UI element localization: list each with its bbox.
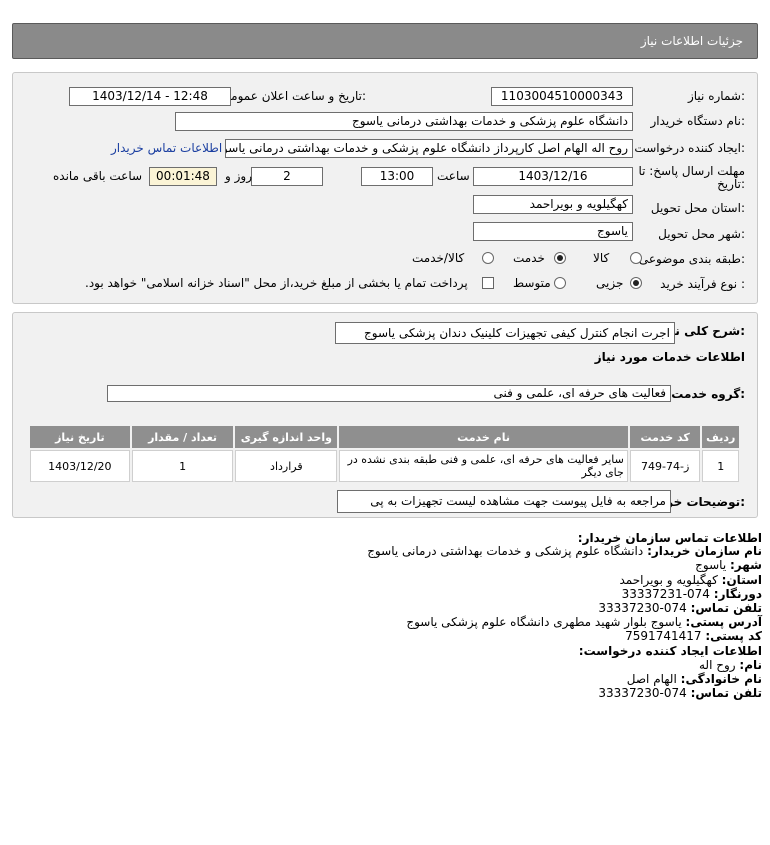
creator-phone: تلفن تماس: 074-33337230 [598,686,762,700]
contact-fax: دورنگار: 074-33337231 [621,587,762,601]
cell-code: ز-74-749 [629,450,701,482]
remaining-label: ساعت باقی مانده [53,169,143,183]
process-label: نوع فرآیند خرید : [660,277,745,291]
contact-phone: تلفن تماس: 074-33337230 [598,601,762,615]
deadline-time-label: ساعت [437,169,470,183]
process-medium-radio[interactable] [554,277,566,289]
contact-city: شهر: یاسوج [695,558,762,572]
services-table-header: ردیف کد خدمت نام خدمت واحد اندازه گیری ت… [30,426,739,448]
process-medium-label: متوسط [513,276,551,290]
summary-field: اجرت انجام کنترل کیفی تجهیزات کلینیک دند… [335,322,675,344]
need-number-label: شماره نیاز: [687,89,745,103]
creator-family: نام خانوادگی: الهام اصل [626,672,762,686]
remaining-time-field: 00:01:48 [149,167,217,186]
deadline-label: مهلت ارسال پاسخ: تا [638,164,745,178]
col-qty: تعداد / مقدار [131,426,234,448]
cell-qty: 1 [131,450,234,482]
province-label: استان محل تحویل: [650,201,745,215]
group-label: گروه خدمت: [671,387,745,401]
days-field[interactable]: 2 [251,167,323,186]
category-both-radio[interactable] [482,252,494,264]
category-both-label: کالا/خدمت [412,251,465,265]
city-label: شهر محل تحویل: [658,227,745,241]
contact-org: نام سازمان خریدار: دانشگاه علوم پزشکی و … [367,544,762,558]
announce-field[interactable]: 1403/12/14 - 12:48 [69,87,231,106]
need-info-panel: شماره نیاز: 1103004510000343 تاریخ و ساع… [12,72,758,304]
deadline-date-field[interactable]: 1403/12/16 [473,167,633,186]
days-label: روز و [225,169,252,183]
col-date: تاریخ نیاز [30,426,130,448]
cell-row: 1 [702,450,739,482]
need-details-panel: شرح کلی نیاز: اجرت انجام کنترل کیفی تجهی… [12,312,758,518]
table-row: 1 ز-74-749 سایر فعالیت های حرفه ای، علمی… [30,450,739,482]
category-goods-label: کالا [593,251,610,265]
buyer-field[interactable]: دانشگاه علوم پزشکی و خدمات بهداشتی درمان… [175,112,633,131]
city-field[interactable]: یاسوج [473,222,633,241]
need-number-field[interactable]: 1103004510000343 [491,87,633,106]
col-code: کد خدمت [629,426,701,448]
payment-text: پرداخت تمام یا بخشی از مبلغ خرید،از محل … [85,276,468,290]
col-name: نام خدمت [339,426,628,448]
services-table: ردیف کد خدمت نام خدمت واحد اندازه گیری ت… [28,424,741,484]
announce-label: تاریخ و ساعت اعلان عمومی: [221,89,366,103]
creator-name: نام: روح اله [698,658,762,672]
deadline-time-field[interactable]: 13:00 [361,167,433,186]
buyer-contact-link[interactable]: اطلاعات تماس خریدار [111,141,222,155]
services-heading: اطلاعات خدمات مورد نیاز [594,350,745,364]
treasury-checkbox[interactable] [482,277,494,289]
buyer-label: نام دستگاه خریدار: [650,114,746,128]
creator-field[interactable]: روح اله الهام اصل کارپرداز دانشگاه علوم … [225,139,633,158]
contact-postal: کد پستی: 7591741417 [625,629,762,643]
deadline-date-label: تاریخ: [717,177,745,191]
page-header: جزئیات اطلاعات نیاز [12,23,758,59]
category-service-radio[interactable] [554,252,566,264]
creator-heading: اطلاعات ایجاد کننده درخواست: [578,644,762,658]
category-label: طبقه بندی موضوعی: [638,252,745,266]
category-service-label: خدمت [513,251,545,265]
cell-name: سایر فعالیت های حرفه ای، علمی و فنی طبقه… [339,450,628,482]
col-row: ردیف [702,426,739,448]
creator-label: ایجاد کننده درخواست: [634,141,745,155]
contact-province: استان: کهگیلویه و بویراحمد [619,573,762,587]
col-unit: واحد اندازه گیری [235,426,338,448]
group-field: فعالیت های حرفه ای، علمی و فنی [107,385,671,402]
page-title: جزئیات اطلاعات نیاز [640,34,743,48]
cell-unit: قرارداد [235,450,338,482]
contact-address: آدرس پستی: یاسوج بلوار شهید مطهری دانشگا… [406,615,762,629]
category-goods-radio[interactable] [630,252,642,264]
process-minor-label: جزیی [596,276,624,290]
province-field[interactable]: کهگیلویه و بویراحمد [473,195,633,214]
notes-field: مراجعه به فایل پیوست جهت مشاهده لیست تجه… [337,490,671,513]
cell-date: 1403/12/20 [30,450,130,482]
process-minor-radio[interactable] [630,277,642,289]
